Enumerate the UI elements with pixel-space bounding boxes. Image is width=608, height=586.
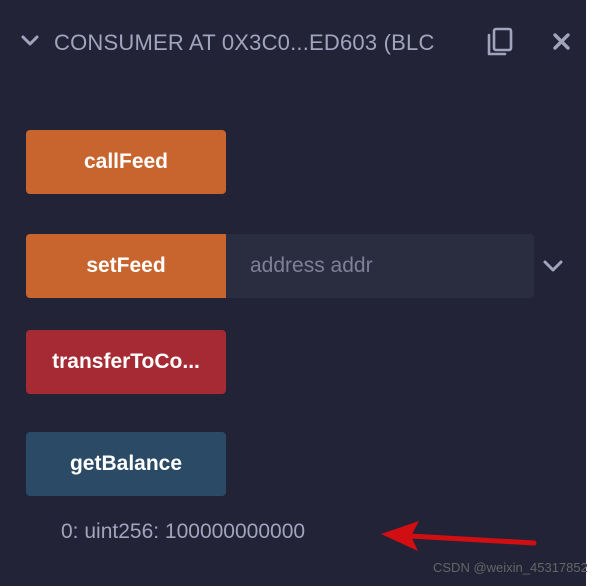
contract-panel: CONSUMER AT 0X3C0...ED603 (BLC callFeed … xyxy=(0,0,586,586)
chevron-down-icon[interactable] xyxy=(542,256,564,276)
annotation-arrow-icon xyxy=(381,521,537,551)
callfeed-button[interactable]: callFeed xyxy=(26,130,226,194)
close-icon[interactable] xyxy=(551,31,572,52)
watermark-text: CSDN @weixin_45317852 xyxy=(433,560,588,575)
contract-header: CONSUMER AT 0X3C0...ED603 (BLC xyxy=(0,0,586,84)
copy-icon[interactable] xyxy=(484,26,516,58)
getbalance-button[interactable]: getBalance xyxy=(26,432,226,496)
transfer-to-contract-button[interactable]: transferToCo... xyxy=(26,330,226,394)
setfeed-button[interactable]: setFeed xyxy=(26,234,226,298)
address-input[interactable] xyxy=(226,234,534,298)
function-output: 0: uint256: 100000000000 xyxy=(61,520,306,543)
chevron-down-icon[interactable] xyxy=(20,31,40,51)
contract-title[interactable]: CONSUMER AT 0X3C0...ED603 (BLC xyxy=(54,28,456,58)
